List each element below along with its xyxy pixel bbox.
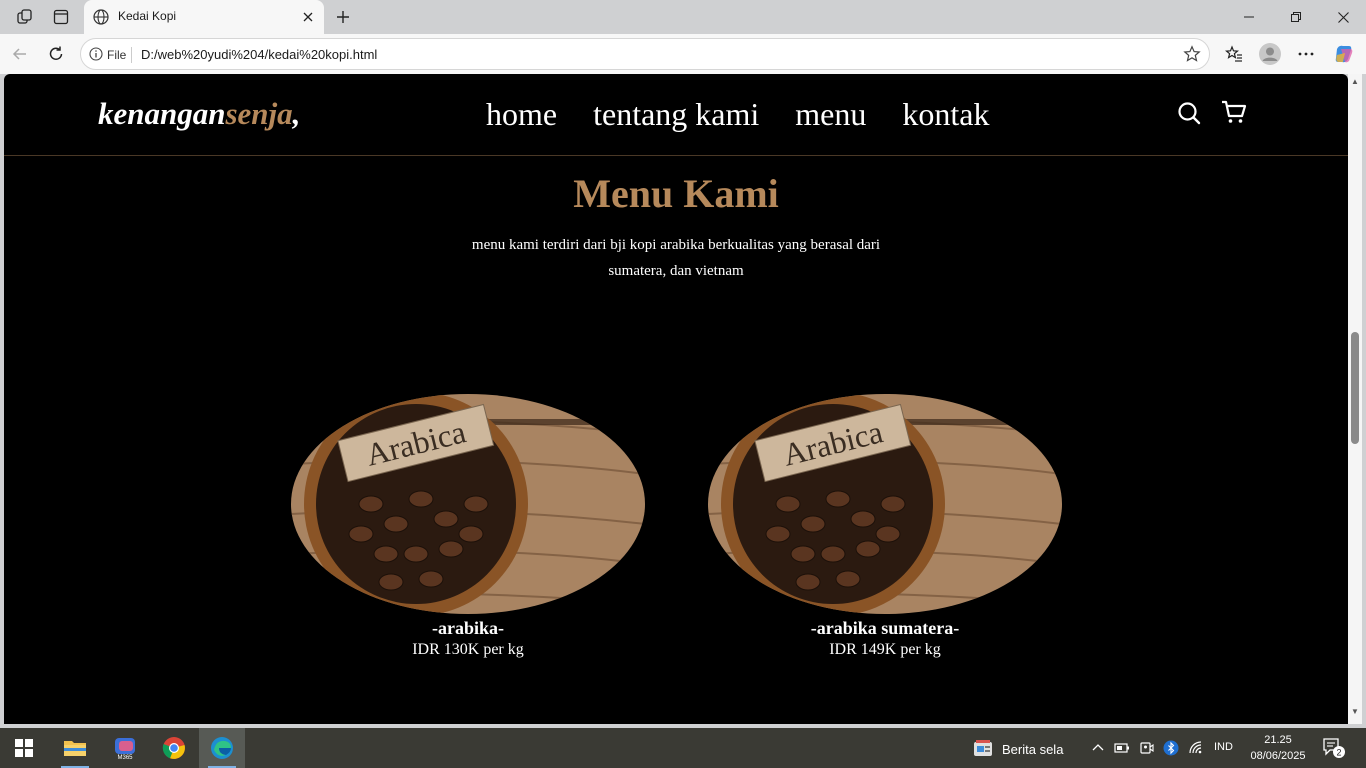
logo-suffix: ,: [292, 96, 301, 131]
page-scrollbar[interactable]: ▲ ▼: [1348, 74, 1362, 724]
scroll-down-icon[interactable]: ▼: [1351, 708, 1359, 716]
meet-now-icon[interactable]: [1139, 740, 1155, 756]
favorites-icon[interactable]: [1222, 42, 1246, 66]
clock-date: 08/06/2025: [1250, 750, 1306, 762]
address-bar[interactable]: File D:/web%20yudi%204/kedai%20kopi.html: [80, 38, 1210, 70]
menu-item-price: IDR 130K per kg: [412, 641, 524, 658]
tab-actions-icon[interactable]: [50, 6, 72, 28]
scroll-thumb[interactable]: [1351, 332, 1359, 444]
wifi-icon[interactable]: [1188, 740, 1204, 756]
system-clock[interactable]: 21.25 08/06/2025: [1244, 732, 1312, 764]
menu-section-title: Menu Kami: [573, 171, 779, 216]
profile-avatar-icon[interactable]: [1258, 42, 1282, 66]
site-info-label: File: [107, 48, 127, 62]
clock-time: 21.25: [1264, 734, 1292, 746]
cart-icon[interactable]: [1220, 98, 1247, 124]
menu-item-name: -arabika sumatera-: [810, 618, 960, 638]
nav-link-menu[interactable]: menu: [795, 96, 866, 133]
site-info-button[interactable]: File: [89, 46, 126, 64]
news-label: Berita sela: [1002, 742, 1064, 757]
file-explorer-icon[interactable]: [53, 728, 97, 768]
web-page: kenangansenja, home tentang kami menu ko…: [4, 74, 1348, 724]
globe-icon: [92, 8, 110, 31]
m365-icon[interactable]: M365: [103, 728, 147, 768]
info-icon: [89, 46, 103, 64]
close-tab-icon[interactable]: [298, 7, 318, 27]
logo-accent: senja: [225, 96, 293, 131]
minimize-icon[interactable]: [1226, 5, 1272, 29]
search-icon[interactable]: [1176, 100, 1202, 126]
url-text[interactable]: D:/web%20yudi%204/kedai%20kopi.html: [141, 47, 377, 62]
menu-card[interactable]: Arabica -arabika- IDR 130K per kg: [291, 394, 645, 659]
new-tab-icon[interactable]: [332, 6, 354, 28]
scroll-up-icon[interactable]: ▲: [1351, 78, 1359, 86]
menu-card[interactable]: Arabica -arabika sumatera- IDR 149K per …: [708, 394, 1062, 659]
close-window-icon[interactable]: [1320, 5, 1366, 29]
coffee-beans-image: Arabica: [708, 394, 1062, 614]
menu-item-price: IDR 149K per kg: [829, 641, 941, 658]
site-navbar: kenangansenja, home tentang kami menu ko…: [4, 74, 1348, 156]
bluetooth-icon[interactable]: [1163, 740, 1179, 756]
favorite-star-icon[interactable]: [1183, 45, 1201, 68]
more-options-icon[interactable]: [1294, 42, 1318, 66]
start-icon[interactable]: [2, 728, 46, 768]
nav-link-tentang-kami[interactable]: tentang kami: [593, 96, 759, 133]
edge-icon[interactable]: [199, 728, 245, 768]
news-icon: [972, 738, 994, 761]
site-logo[interactable]: kenangansenja,: [98, 96, 300, 132]
notification-count: 2: [1336, 748, 1341, 758]
copilot-icon[interactable]: [1332, 42, 1356, 66]
nav-link-kontak[interactable]: kontak: [902, 96, 989, 133]
windows-taskbar: M365 Berita sela IND 21.25 08/06/2025 2: [0, 728, 1366, 768]
menu-item-name: -arabika-: [432, 618, 504, 638]
address-divider: [131, 47, 132, 63]
menu-section-description: menu kami terdiri dari bji kopi arabika …: [471, 237, 881, 279]
restore-icon[interactable]: [1273, 5, 1319, 29]
refresh-icon[interactable]: [44, 42, 68, 66]
logo-main: kenangan: [98, 96, 226, 131]
svg-text:M365: M365: [117, 755, 133, 761]
battery-icon[interactable]: [1114, 740, 1130, 756]
nav-link-home[interactable]: home: [486, 96, 557, 133]
workspaces-icon[interactable]: [14, 6, 36, 28]
browser-tab[interactable]: Kedai Kopi: [84, 0, 324, 34]
browser-tab-bar: Kedai Kopi: [0, 0, 1366, 34]
chevron-up-icon[interactable]: [1090, 740, 1106, 756]
tab-title: Kedai Kopi: [118, 9, 177, 23]
news-widget[interactable]: Berita sela: [972, 738, 1063, 761]
site-menu: home tentang kami menu kontak: [486, 96, 989, 133]
input-language[interactable]: IND: [1214, 741, 1233, 753]
coffee-beans-image: Arabica: [291, 394, 645, 614]
back-icon[interactable]: [8, 42, 32, 66]
chrome-icon[interactable]: [152, 728, 196, 768]
notification-center-icon[interactable]: 2: [1322, 737, 1348, 759]
browser-toolbar: File D:/web%20yudi%204/kedai%20kopi.html: [0, 34, 1366, 74]
